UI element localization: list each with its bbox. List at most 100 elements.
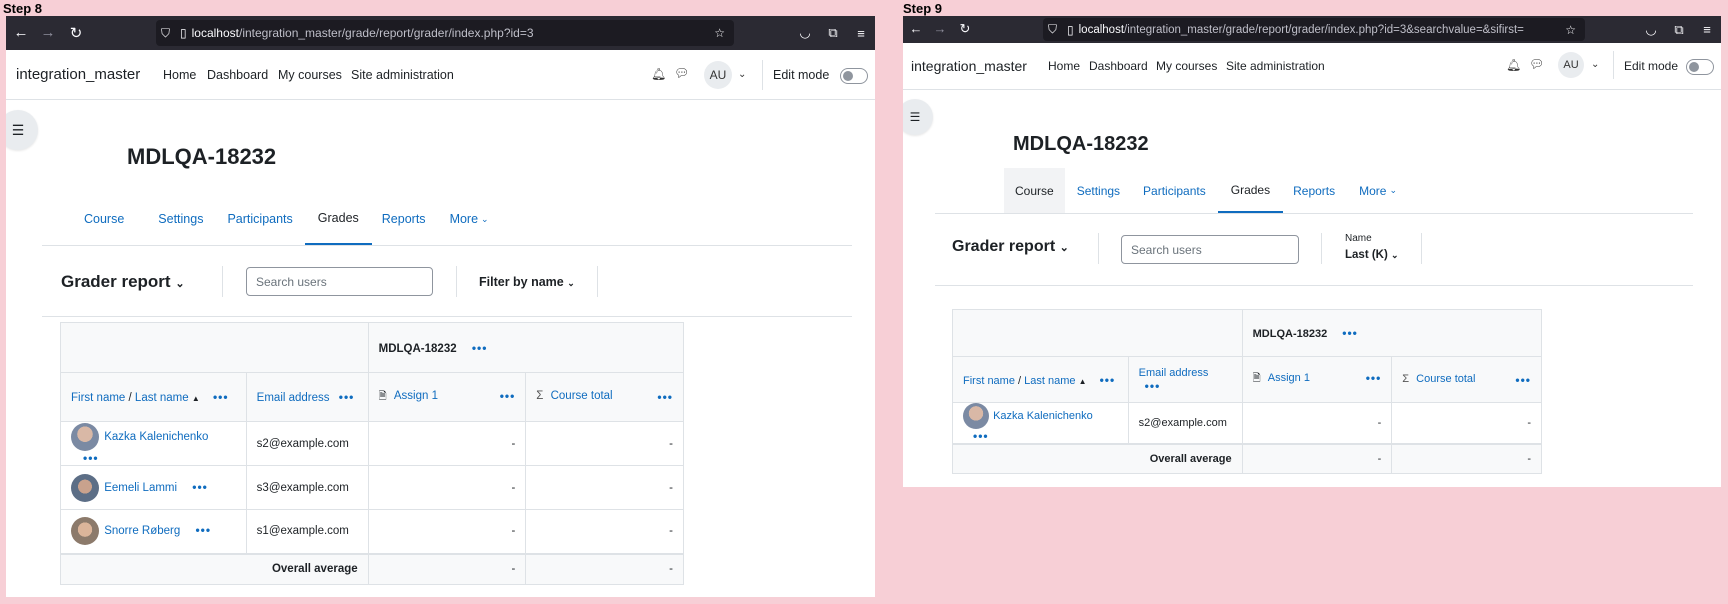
tab-course[interactable]: Course [42,193,136,245]
more-options-icon[interactable]: ••• [472,341,488,355]
bell-icon[interactable]: 🔔︎ [651,67,666,81]
sort-first-name[interactable]: First name [963,375,1015,387]
course-total-link[interactable]: Course total [551,390,613,402]
sort-first-name[interactable]: First name [71,392,125,404]
site-name[interactable]: integration_master [911,58,1027,74]
more-options-icon[interactable]: ••• [339,390,355,404]
nav-site-administration[interactable]: Site administration [1226,59,1325,73]
edit-mode-toggle[interactable] [840,68,868,84]
chat-icon[interactable]: 💬︎ [674,66,689,80]
overall-total: - [525,553,684,585]
nav-site-administration[interactable]: Site administration [351,68,454,82]
grade-cell[interactable]: - [367,465,527,510]
report-selector[interactable]: Grader report ⌄ [952,238,1069,256]
sort-email[interactable]: Email address [1139,367,1209,379]
avatar[interactable] [71,422,99,451]
report-selector[interactable]: Grader report ⌄ [61,272,185,292]
tab-reports[interactable]: Reports [1283,168,1347,213]
hamburger-icon[interactable]: ≡ [847,26,875,41]
drawer-toggle[interactable]: ☰ [903,99,933,135]
user-name-link[interactable]: Snorre Røberg [104,525,180,537]
more-options-icon[interactable]: ••• [195,523,211,537]
sort-last-name[interactable]: Last name [1024,375,1075,387]
avatar[interactable] [71,517,99,546]
nav-my-courses[interactable]: My courses [278,68,342,82]
back-icon[interactable]: ← [8,24,34,41]
extensions-icon[interactable]: ⧉ [1665,22,1693,38]
star-icon[interactable]: ☆ [714,26,725,40]
nav-my-courses[interactable]: My courses [1156,59,1217,73]
user-avatar[interactable]: AU [704,61,732,89]
tab-participants[interactable]: Participants [1131,168,1218,213]
more-options-icon[interactable]: ••• [1515,373,1531,387]
more-options-icon[interactable]: ••• [500,389,516,403]
browser-window-step9: ← → ↻ ⛉ ▯ localhost/integration_master/g… [903,16,1721,487]
sort-last-name[interactable]: Last name [135,392,189,404]
name-filter[interactable]: Last (K) ⌄ [1345,249,1399,261]
extensions-icon[interactable]: ⧉ [819,25,847,41]
user-name-link[interactable]: Eemeli Lammi [104,482,177,494]
total-column-header: Σ Course total ••• [525,372,684,422]
tab-participants[interactable]: Participants [215,193,304,245]
drawer-toggle[interactable]: ☰ [6,110,38,150]
more-options-icon[interactable]: ••• [973,429,989,443]
nav-home[interactable]: Home [163,68,196,82]
more-options-icon[interactable]: ••• [657,390,673,404]
tab-settings[interactable]: Settings [136,193,215,245]
search-input[interactable]: Search users [246,267,433,296]
grade-cell[interactable]: - [367,421,527,466]
tab-grades[interactable]: Grades [1217,168,1284,213]
reload-icon[interactable]: ↻ [63,24,89,42]
back-icon[interactable]: ← [903,21,929,36]
shield-icon: ⛉ [1048,22,1058,36]
nav-dashboard[interactable]: Dashboard [1089,59,1148,73]
forward-icon[interactable]: → [35,24,61,41]
tab-settings[interactable]: Settings [1065,168,1131,213]
more-options-icon[interactable]: ••• [1100,373,1116,387]
site-name[interactable]: integration_master [16,66,140,83]
more-options-icon[interactable]: ••• [213,390,229,404]
more-options-icon[interactable]: ••• [1342,326,1358,340]
tab-course[interactable]: Course [1004,168,1065,213]
avatar[interactable] [71,473,99,502]
hamburger-icon[interactable]: ≡ [1693,22,1721,37]
edit-mode-toggle[interactable] [1686,59,1714,75]
avatar[interactable] [963,403,989,429]
assign-link[interactable]: Assign 1 [394,390,438,402]
address-bar[interactable]: ⛉ ▯ localhost/integration_master/grade/r… [156,20,734,46]
chevron-down-icon[interactable]: ⌄ [1591,59,1599,70]
pocket-icon[interactable]: ◡ [791,25,819,41]
chat-icon[interactable]: 💬︎ [1529,57,1544,71]
user-name-link[interactable]: Kazka Kalenichenko [993,410,1093,422]
bell-icon[interactable]: 🔔︎ [1506,58,1521,72]
course-total-link[interactable]: Course total [1416,373,1475,385]
chevron-down-icon[interactable]: ⌄ [738,69,746,80]
tab-grades[interactable]: Grades [304,193,372,245]
nav-home[interactable]: Home [1048,59,1080,73]
email-column-header: Email address ••• [245,372,369,422]
more-options-icon[interactable]: ••• [192,480,208,494]
reload-icon[interactable]: ↻ [952,21,978,37]
sort-email[interactable]: Email address [257,392,330,404]
divider [1421,233,1422,264]
slash: / [125,392,135,404]
assign-link[interactable]: Assign 1 [1268,372,1310,384]
star-icon[interactable]: ☆ [1565,22,1576,37]
user-name-link[interactable]: Kazka Kalenichenko [104,431,208,443]
more-options-icon[interactable]: ••• [83,451,99,465]
forward-icon[interactable]: → [927,21,953,36]
tab-reports[interactable]: Reports [372,193,438,245]
grade-cell[interactable]: - [1241,402,1393,445]
filter-by-name[interactable]: Filter by name ⌄ [479,275,575,289]
more-options-icon[interactable]: ••• [1366,371,1382,385]
user-avatar[interactable]: AU [1558,52,1584,78]
pocket-icon[interactable]: ◡ [1637,22,1665,38]
tab-more[interactable]: More ⌄ [1347,168,1409,213]
grade-cell[interactable]: - [367,509,527,554]
nav-dashboard[interactable]: Dashboard [207,68,268,82]
address-bar[interactable]: ⛉ ▯ localhost/integration_master/grade/r… [1043,18,1585,41]
more-options-icon[interactable]: ••• [1145,379,1161,393]
search-input[interactable]: Search users [1121,235,1299,264]
tab-more[interactable]: More ⌄ [438,193,501,245]
user-cell: Eemeli Lammi ••• [60,465,247,510]
